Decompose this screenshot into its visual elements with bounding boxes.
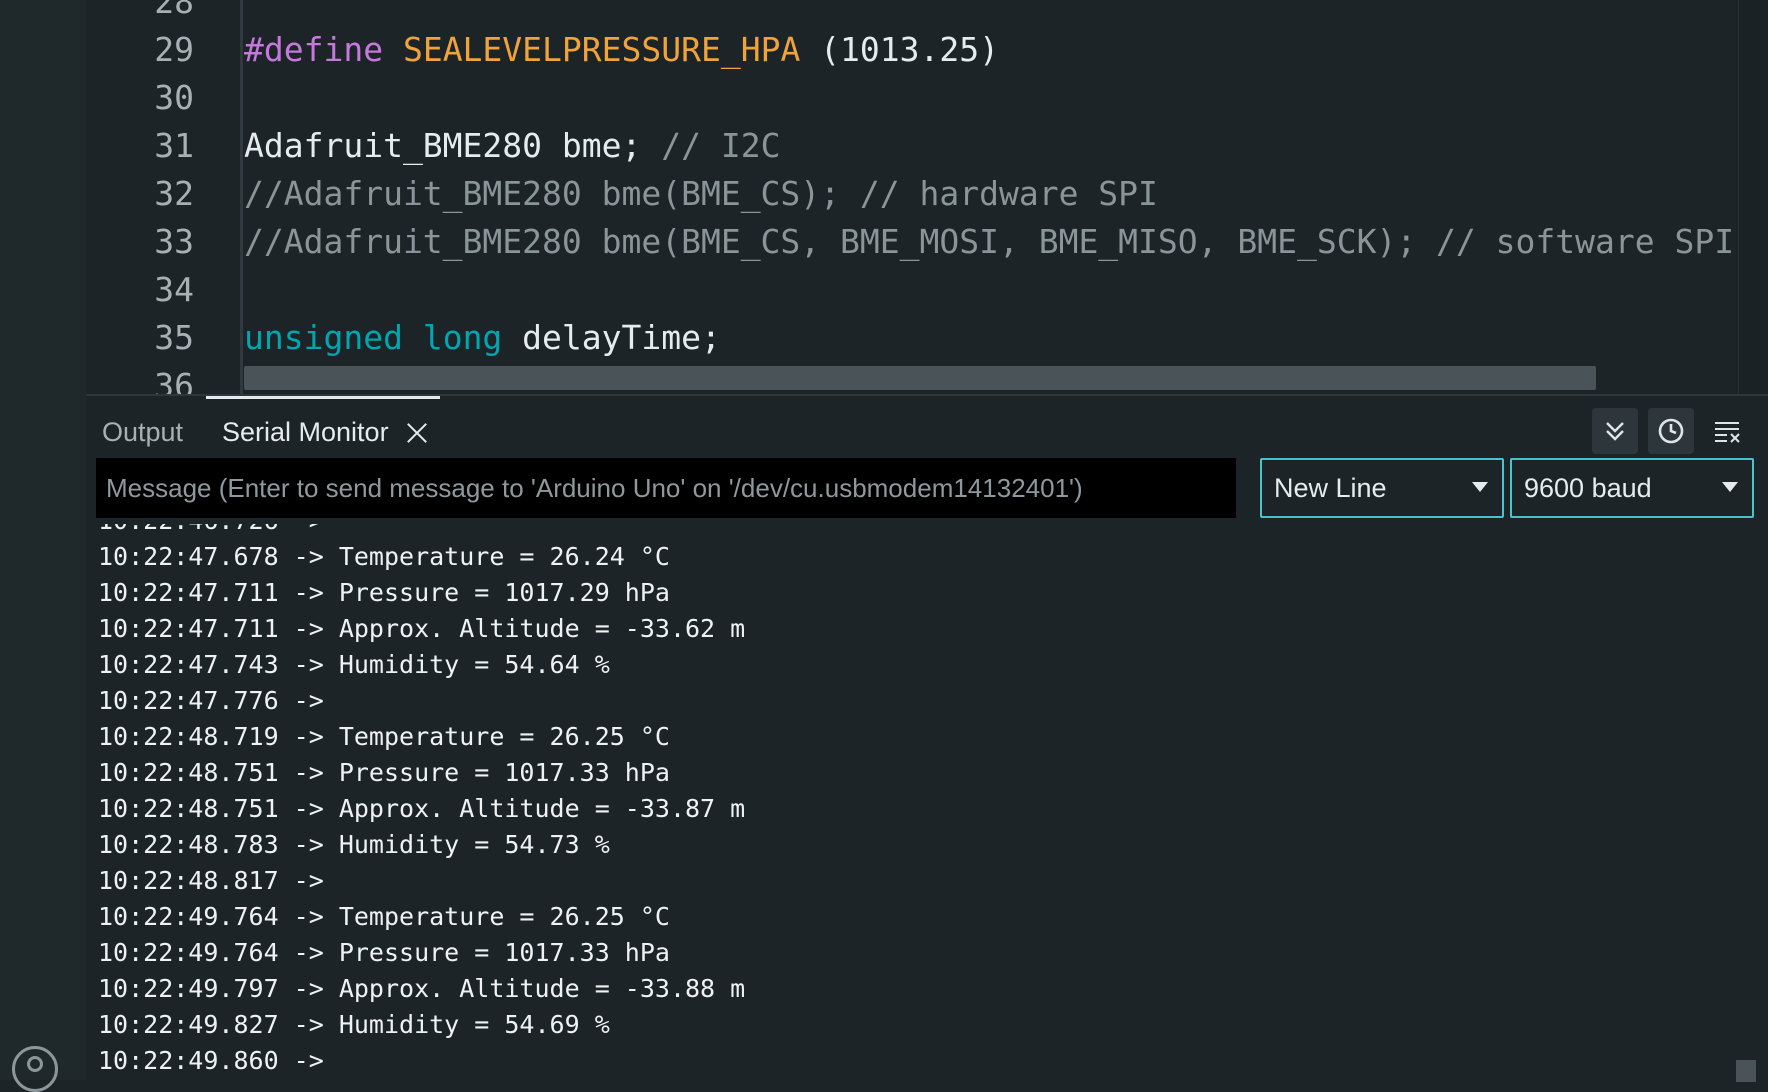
gutter-divider	[240, 0, 243, 394]
timestamp-icon	[1658, 418, 1684, 444]
code-token: #define	[244, 30, 403, 69]
serial-line: 10:22:49.764 -> Temperature = 26.25 °C	[98, 902, 670, 931]
code-token: // I2C	[661, 126, 781, 165]
serial-line: 10:22:48.719 -> Temperature = 26.25 °C	[98, 722, 670, 751]
serial-line: 10:22:47.711 -> Approx. Altitude = -33.6…	[98, 614, 746, 643]
code-line: Adafruit_BME280 bme; // I2C	[244, 126, 780, 165]
serial-line: 10:22:48.783 -> Humidity = 54.73 %	[98, 830, 610, 859]
clear-output-button[interactable]	[1704, 408, 1750, 454]
line-number: 32	[154, 174, 194, 213]
serial-line: 10:22:47.743 -> Humidity = 54.64 %	[98, 650, 610, 679]
line-number: 36	[154, 366, 194, 394]
autoscroll-icon	[1606, 422, 1624, 441]
chevron-down-icon	[1722, 482, 1738, 492]
serial-line: 10:22:47.776 ->	[98, 686, 324, 715]
code-token: delayTime;	[502, 318, 721, 357]
active-tab-indicator	[206, 396, 440, 399]
tab-output[interactable]: Output	[102, 410, 183, 454]
code-line: unsigned long delayTime;	[244, 318, 721, 357]
code-editor[interactable]: 28 29 30 31 32 33 34 35 36 #define SEALEVELPRESS…	[86, 0, 1738, 394]
code-token: long	[422, 318, 503, 357]
serial-message-input[interactable]	[96, 458, 1236, 518]
code-token: //Adafruit_BME280 bme(BME_CS); // hardwa…	[244, 174, 1158, 213]
line-number: 35	[154, 318, 194, 357]
code-line: //Adafruit_BME280 bme(BME_CS, BME_MOSI, …	[244, 222, 1734, 261]
serial-line: 10:22:49.764 -> Pressure = 1017.33 hPa	[98, 938, 670, 967]
code-token: unsigned	[244, 318, 403, 357]
code-line: //Adafruit_BME280 bme(BME_CS); // hardwa…	[244, 174, 1158, 213]
line-ending-select[interactable]: New Line	[1260, 458, 1504, 518]
code-token: //Adafruit_BME280 bme(BME_CS, BME_MOSI, …	[244, 222, 1735, 261]
code-token: Adafruit_BME280 bme;	[244, 126, 662, 165]
autoscroll-button[interactable]	[1592, 408, 1638, 454]
line-ending-value: New Line	[1274, 473, 1387, 503]
serial-line: 10:22:49.797 -> Approx. Altitude = -33.8…	[98, 974, 746, 1003]
line-number: 28	[154, 0, 194, 21]
code-token: SEALEVELPRESSURE_HPA	[402, 30, 801, 69]
line-number-gutter: 28 29 30 31 32 33 34 35 36	[86, 0, 240, 394]
horizontal-scrollbar[interactable]	[244, 366, 1596, 390]
baud-rate-select[interactable]: 9600 baud	[1510, 458, 1754, 518]
line-number: 30	[154, 78, 194, 117]
line-number: 33	[154, 222, 194, 261]
serial-line: 10:22:49.827 -> Humidity = 54.69 %	[98, 1010, 610, 1039]
tab-serial-monitor[interactable]: Serial Monitor	[222, 410, 389, 454]
account-icon[interactable]	[12, 1046, 58, 1092]
line-number: 34	[154, 270, 194, 309]
serial-line: 10:22:46.726 ->	[98, 524, 324, 535]
editor-vertical-scrollbar[interactable]	[1738, 0, 1768, 394]
serial-line: 10:22:48.751 -> Approx. Altitude = -33.8…	[98, 794, 746, 823]
baud-rate-value: 9600 baud	[1524, 473, 1652, 503]
line-number: 31	[154, 126, 194, 165]
serial-line: 10:22:48.817 ->	[98, 866, 324, 895]
code-token: (1013.25)	[800, 30, 999, 69]
toggle-timestamp-button[interactable]	[1648, 408, 1694, 454]
chevron-down-icon	[1472, 482, 1488, 492]
line-number: 29	[154, 30, 194, 69]
serial-line: 10:22:47.678 -> Temperature = 26.24 °C	[98, 542, 670, 571]
serial-output[interactable]: 10:22:46.726 -> 10:22:47.678 -> Temperatu…	[86, 524, 1748, 1082]
serial-line: 10:22:48.751 -> Pressure = 1017.33 hPa	[98, 758, 670, 787]
close-icon[interactable]	[402, 418, 432, 448]
serial-output-scrollbar[interactable]	[1736, 1060, 1756, 1082]
serial-line: 10:22:47.711 -> Pressure = 1017.29 hPa	[98, 578, 670, 607]
code-line: #define SEALEVELPRESSURE_HPA (1013.25)	[244, 30, 999, 69]
activity-sidebar	[0, 0, 87, 1092]
clear-output-icon	[1715, 422, 1740, 443]
bottom-panel: Output Serial Monitor New Line 9600 baud…	[86, 394, 1768, 1082]
serial-line: 10:22:49.860 ->	[98, 1046, 324, 1075]
